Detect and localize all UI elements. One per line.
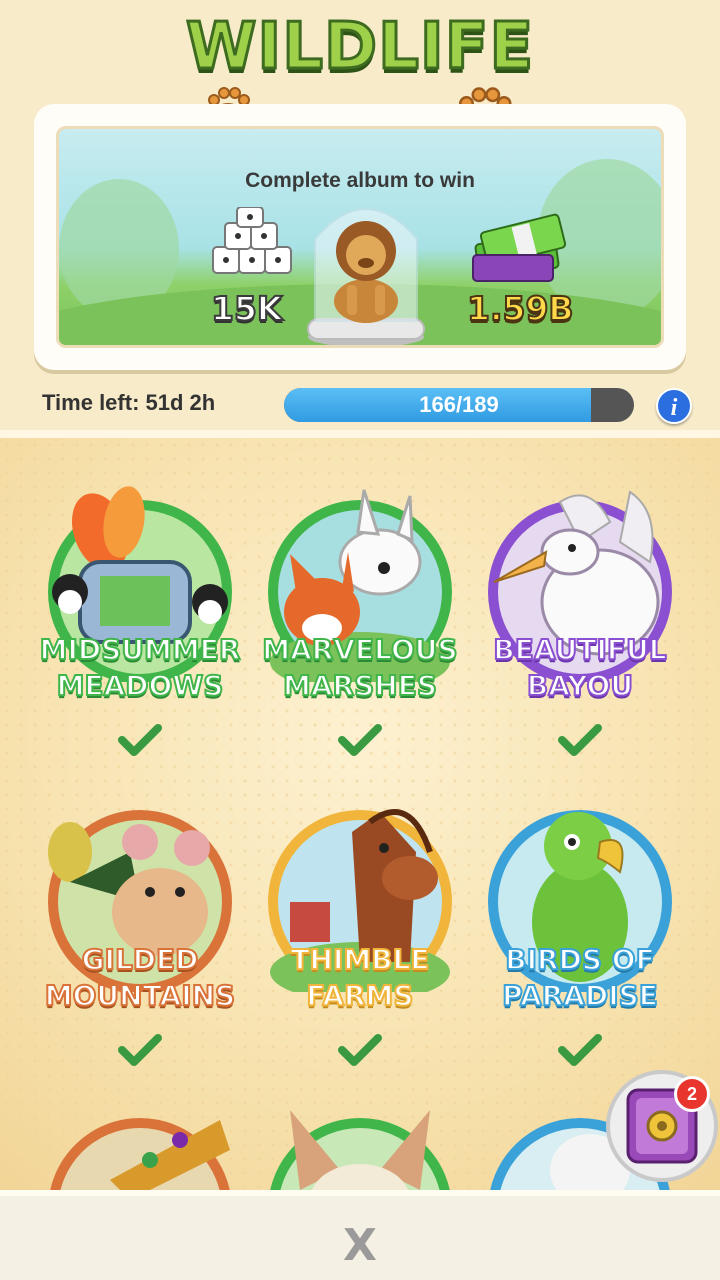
complete-check-icon [558, 724, 602, 756]
set-name: BEAUTIFUL BAYOU [492, 632, 667, 703]
cash-icon [472, 213, 567, 282]
progress-row: Time left: 51d 2h 166/189 i [0, 386, 720, 426]
album-header: WILDLIFE Complete album to win 15K 1.59B… [0, 0, 720, 432]
complete-check-icon [118, 1034, 162, 1066]
dice-icon [212, 207, 292, 274]
info-button[interactable]: i [656, 388, 692, 424]
set-name: MARVELOUS MARSHES [261, 632, 458, 703]
time-left-label: Time left: 51d 2h [42, 390, 216, 415]
album-progress-label: 166/189 [419, 392, 499, 417]
album-title-line1: WILDLIFE [184, 9, 535, 86]
set-artwork-partial-icon[interactable] [40, 1100, 240, 1190]
set-name: MIDSUMMER MEADOWS [39, 632, 242, 703]
set-midsummer-meadows[interactable]: MIDSUMMER MEADOWS [30, 482, 250, 782]
prize-card: Complete album to win 15K 1.59B [34, 104, 686, 370]
album-progress-bar: 166/189 [284, 388, 634, 422]
dice-amount: 15K [210, 288, 283, 329]
cash-amount: 1.59B [466, 288, 575, 329]
prize-panel: Complete album to win 15K 1.59B [56, 126, 664, 348]
lion-trophy-icon [307, 208, 425, 345]
set-thimble-farms[interactable]: THIMBLE FARMS [250, 792, 470, 1092]
set-marvelous-marshes[interactable]: MARVELOUS MARSHES [250, 482, 470, 782]
complete-check-icon [558, 1034, 602, 1066]
complete-check-icon [118, 724, 162, 756]
close-button[interactable]: X [336, 1222, 384, 1270]
set-name: GILDED MOUNTAINS [44, 942, 236, 1013]
notification-badge: 2 [674, 1076, 710, 1112]
set-name: BIRDS OF PARADISE [501, 942, 659, 1013]
bottom-bar: X [0, 1190, 720, 1280]
set-name: THIMBLE FARMS [289, 942, 430, 1013]
set-birds-of-paradise[interactable]: BIRDS OF PARADISE [470, 792, 690, 1092]
complete-check-icon [338, 724, 382, 756]
set-beautiful-bayou[interactable]: BEAUTIFUL BAYOU [470, 482, 690, 782]
set-gilded-mountains[interactable]: GILDED MOUNTAINS [30, 792, 250, 1092]
set-artwork-partial-icon[interactable] [260, 1100, 460, 1190]
complete-check-icon [338, 1034, 382, 1066]
section-divider [0, 430, 720, 438]
